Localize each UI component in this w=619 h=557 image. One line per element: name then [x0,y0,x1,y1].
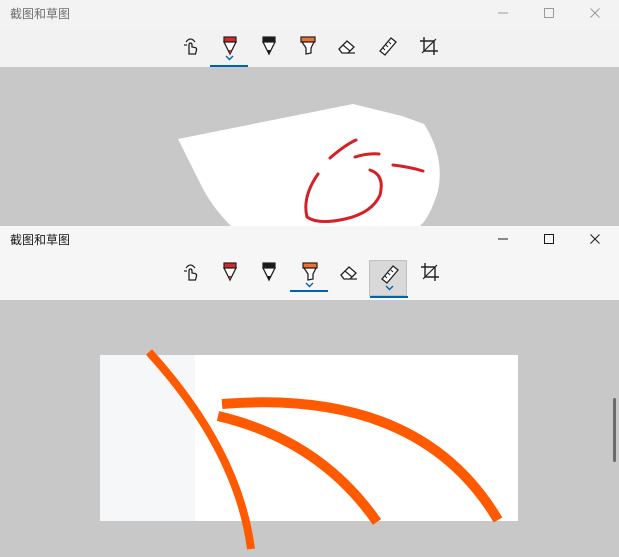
close-button[interactable] [572,226,618,252]
touch-writing-button[interactable] [171,246,209,282]
toolbar [0,26,619,67]
minimize-button[interactable] [480,0,526,26]
touch-writing-button[interactable] [171,28,209,64]
minimize-button[interactable] [480,226,526,252]
pencil-button[interactable] [249,246,287,282]
crop-icon [421,263,439,281]
ballpoint-pen-icon [222,262,238,282]
highlighter-button[interactable] [288,28,326,64]
highlighter-icon [300,36,316,55]
title-bar[interactable]: 截图和草图 [0,0,619,26]
pencil-icon [261,36,277,56]
crop-button[interactable] [409,28,447,64]
vertical-scrollbar[interactable] [613,398,616,462]
ballpoint-pen-button[interactable] [210,246,248,282]
eraser-icon [338,40,355,54]
close-icon [590,8,600,18]
touch-hand-icon [184,38,198,55]
chevron-down-icon [385,285,394,291]
crop-icon [420,37,438,55]
crop-button[interactable] [410,246,448,282]
ballpoint-pen-button[interactable] [210,28,248,67]
ballpoint-pen-icon [222,36,238,56]
maximize-icon [544,234,554,244]
highlighter-icon [302,262,318,281]
minimize-icon [498,12,508,14]
drawing-canvas[interactable] [0,300,619,557]
active-indicator [370,296,408,298]
snip-sketch-window-back: 截图和草图 [0,0,619,226]
close-button[interactable] [572,0,618,26]
maximize-button[interactable] [526,226,572,252]
ruler-button[interactable] [368,28,406,64]
pencil-button[interactable] [249,28,287,64]
chevron-down-icon [305,282,314,288]
touch-hand-icon [184,264,198,281]
maximize-icon [544,8,554,18]
ruler-button[interactable] [369,260,408,298]
chevron-down-icon [225,55,234,61]
snip-sketch-window-front: 截图和草图 [0,226,619,557]
pencil-icon [261,262,277,282]
maximize-button[interactable] [526,0,572,26]
snip-image [178,104,440,226]
selected-indicator [290,290,328,292]
close-icon [590,234,600,244]
eraser-button[interactable] [329,246,367,282]
snip-image [100,349,518,550]
eraser-icon [340,266,357,280]
ruler-icon [379,37,397,56]
drawing-canvas[interactable] [0,67,619,226]
highlighter-button[interactable] [290,246,328,292]
eraser-button[interactable] [327,28,365,64]
ruler-icon [381,265,399,284]
toolbar [0,252,619,300]
light-panel [100,355,195,521]
window-title: 截图和草图 [10,7,71,21]
minimize-icon [498,238,508,240]
window-title: 截图和草图 [10,233,71,247]
